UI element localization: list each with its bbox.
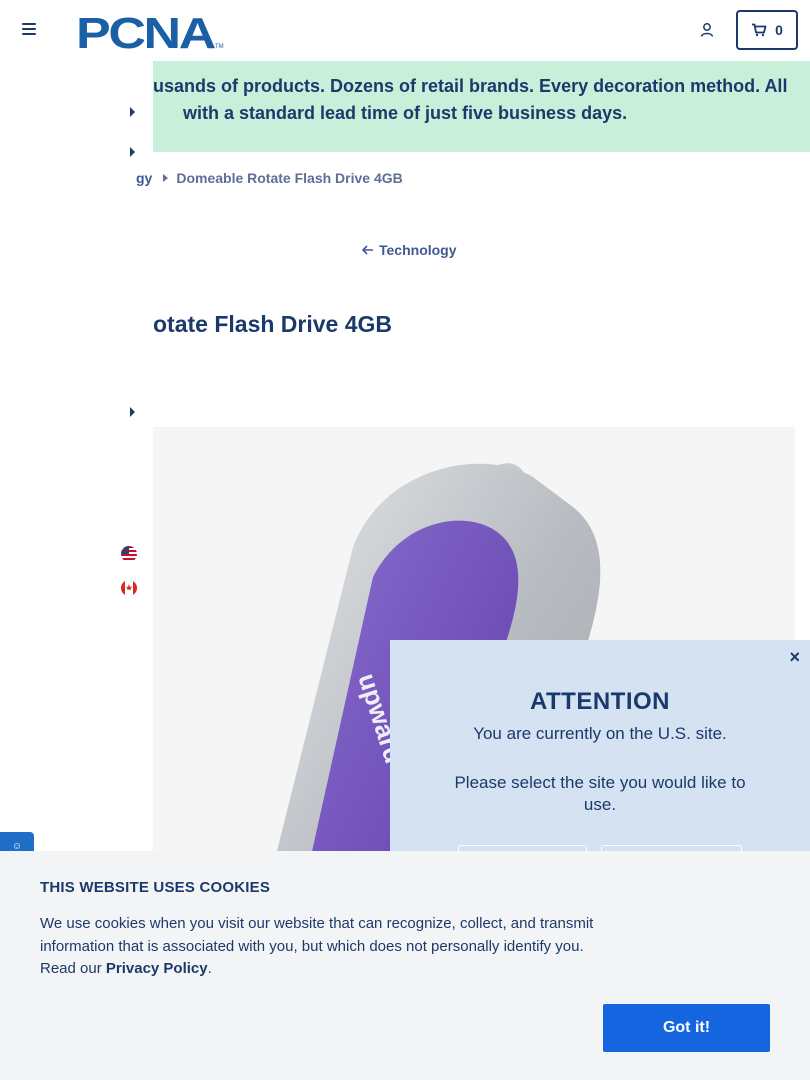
breadcrumb-current: Domeable Rotate Flash Drive 4GB — [176, 170, 403, 186]
menu-caret-icon[interactable] — [130, 407, 135, 417]
menu-caret-icon[interactable] — [130, 147, 135, 157]
arrow-left-icon — [362, 245, 373, 255]
cookie-banner-text: We use cookies when you visit our websit… — [40, 913, 605, 981]
region-modal-title: ATTENTION — [529, 688, 671, 715]
breadcrumb: gy Domeable Rotate Flash Drive 4GB — [136, 170, 403, 186]
menu-caret-icon[interactable] — [130, 107, 135, 117]
promo-line-2: with a standard lead time of just five b… — [183, 103, 628, 123]
breadcrumb-link-category[interactable]: gy — [136, 170, 152, 186]
logo-text: PCNA — [76, 10, 215, 50]
canada-flag-icon[interactable] — [121, 580, 137, 596]
product-title: otate Flash Drive 4GB — [153, 311, 393, 337]
account-icon[interactable] — [699, 22, 715, 38]
promo-banner: usands of products. Dozens of retail bra… — [153, 61, 810, 152]
region-modal-instruction: Please select the site you would like to… — [454, 773, 746, 814]
back-link-label: Technology — [379, 242, 457, 258]
cart-count: 0 — [775, 22, 783, 38]
region-modal-current-site: You are currently on the U.S. site. — [473, 724, 727, 743]
cookie-banner: THIS WEBSITE USES COOKIES We use cookies… — [0, 851, 810, 1080]
cart-icon — [752, 23, 767, 37]
privacy-policy-link[interactable]: Privacy Policy — [106, 960, 208, 977]
svg-text:TM: TM — [215, 44, 224, 50]
cookie-text-end: . — [207, 960, 212, 977]
promo-line-1: usands of products. Dozens of retail bra… — [153, 76, 788, 96]
back-to-category-link[interactable]: Technology — [362, 242, 457, 258]
breadcrumb-separator-icon — [163, 174, 169, 182]
us-flag-icon[interactable] — [121, 546, 137, 562]
cookie-banner-title: THIS WEBSITE USES COOKIES — [40, 879, 271, 896]
accept-cookies-button[interactable]: Got it! — [603, 1004, 770, 1052]
close-icon[interactable]: × — [789, 648, 800, 666]
pcna-logo[interactable]: PCNA TM — [76, 10, 226, 50]
menu-icon[interactable] — [22, 23, 36, 35]
site-header: PCNA TM 0 — [0, 0, 810, 61]
cart-button[interactable]: 0 — [736, 10, 798, 50]
